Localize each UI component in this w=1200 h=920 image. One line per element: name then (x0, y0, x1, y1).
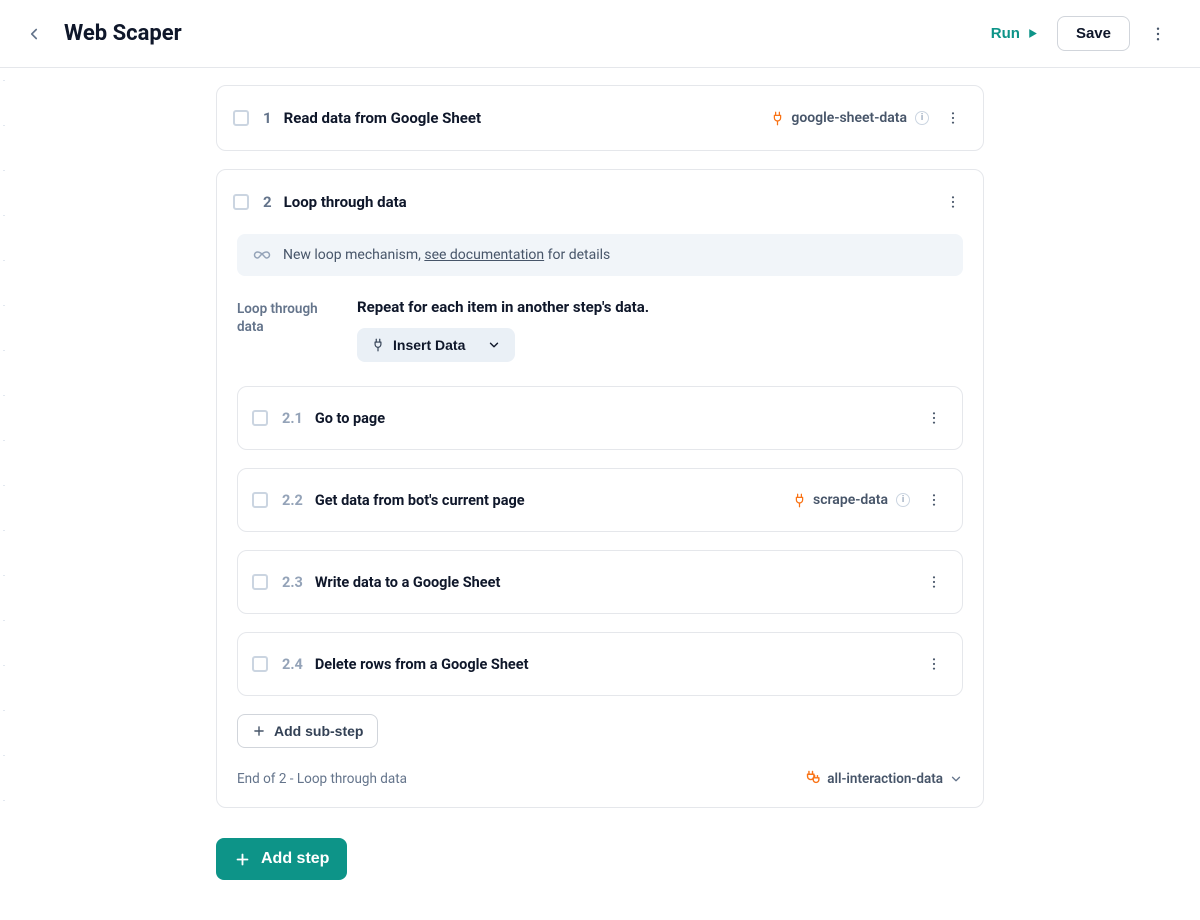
add-step-label: Add step (261, 850, 329, 868)
substep-2-4-title: Delete rows from a Google Sheet (315, 656, 529, 673)
page-title: Web Scaper (64, 21, 182, 46)
left-ruler-decoration (0, 80, 10, 840)
substep-2-2-number: 2.2 (282, 492, 303, 509)
step-2-more-button[interactable] (939, 188, 967, 216)
step-1-title: Read data from Google Sheet (284, 109, 481, 127)
chevron-left-icon (25, 25, 43, 43)
substep-2-2-output-label: scrape-data (813, 492, 888, 508)
step-1-number: 1 (263, 109, 272, 127)
plug-icon (792, 493, 807, 508)
chevron-down-icon (949, 772, 963, 786)
loop-banner-text: New loop mechanism, see documentation fo… (283, 247, 610, 263)
substep-2-1[interactable]: 2.1 Go to page (237, 386, 963, 450)
step-2-card: 2 Loop through data New loop mechanism, … (216, 169, 984, 808)
insert-data-button[interactable]: Insert Data (357, 328, 515, 362)
substep-2-2-output-chip[interactable]: scrape-data i (792, 492, 910, 508)
loop-banner: New loop mechanism, see documentation fo… (237, 234, 963, 276)
add-substep-button[interactable]: Add sub-step (237, 714, 378, 748)
step-2-checkbox[interactable] (233, 194, 249, 210)
loop-output-chip[interactable]: all-interaction-data (804, 770, 963, 787)
add-substep-label: Add sub-step (274, 723, 363, 739)
header-more-button[interactable] (1144, 20, 1172, 48)
loop-config-label: Loop through data (237, 298, 329, 362)
substep-2-2[interactable]: 2.2 Get data from bot's current page scr… (237, 468, 963, 532)
step-2-title: Loop through data (284, 193, 407, 211)
substep-2-1-more-button[interactable] (920, 404, 948, 432)
substep-2-4-number: 2.4 (282, 656, 303, 673)
info-icon[interactable]: i (896, 493, 910, 507)
insert-data-label: Insert Data (393, 337, 465, 353)
loop-footer-text: End of 2 - Loop through data (237, 771, 407, 787)
add-step-button[interactable]: Add step (216, 838, 347, 880)
substep-2-2-more-button[interactable] (920, 486, 948, 514)
substep-2-1-title: Go to page (315, 410, 385, 427)
header-right: Run Save (987, 16, 1172, 51)
loop-config-desc: Repeat for each item in another step's d… (357, 298, 963, 316)
loop-banner-link[interactable]: see documentation (424, 247, 544, 263)
substep-2-1-checkbox[interactable] (252, 410, 268, 426)
step-1-more-button[interactable] (939, 104, 967, 132)
substep-2-2-title: Get data from bot's current page (315, 492, 525, 509)
substep-2-3-checkbox[interactable] (252, 574, 268, 590)
step-2-header[interactable]: 2 Loop through data (217, 170, 983, 234)
run-button[interactable]: Run (987, 19, 1043, 48)
plug-icon (770, 111, 785, 126)
substep-2-1-number: 2.1 (282, 410, 303, 427)
plug-group-icon (804, 770, 821, 787)
step-1-header: 1 Read data from Google Sheet google-she… (217, 86, 983, 150)
more-vertical-icon (945, 194, 961, 210)
substep-2-4-more-button[interactable] (920, 650, 948, 678)
substep-2-4-checkbox[interactable] (252, 656, 268, 672)
substep-2-3-more-button[interactable] (920, 568, 948, 596)
substep-2-3-number: 2.3 (282, 574, 303, 591)
more-vertical-icon (1149, 25, 1167, 43)
more-vertical-icon (926, 656, 942, 672)
plug-icon (371, 338, 385, 352)
save-button[interactable]: Save (1057, 16, 1130, 51)
loop-output-label: all-interaction-data (827, 771, 943, 787)
step-1-output-chip[interactable]: google-sheet-data i (770, 110, 929, 126)
loop-footer: End of 2 - Loop through data all-interac… (237, 770, 963, 787)
more-vertical-icon (926, 410, 942, 426)
substep-2-2-checkbox[interactable] (252, 492, 268, 508)
more-vertical-icon (945, 110, 961, 126)
step-1-card[interactable]: 1 Read data from Google Sheet google-she… (216, 85, 984, 151)
save-button-label: Save (1076, 25, 1111, 42)
workflow-canvas: 1 Read data from Google Sheet google-she… (216, 85, 984, 880)
plus-icon (252, 724, 266, 738)
substep-2-3[interactable]: 2.3 Write data to a Google Sheet (237, 550, 963, 614)
plus-icon (234, 851, 251, 868)
back-button[interactable] (22, 22, 46, 46)
header-left: Web Scaper (22, 21, 182, 46)
substep-2-3-title: Write data to a Google Sheet (315, 574, 501, 591)
more-vertical-icon (926, 492, 942, 508)
step-1-output-label: google-sheet-data (791, 110, 907, 126)
substep-list: 2.1 Go to page 2.2 Get data from bot's c… (237, 386, 963, 696)
play-icon (1026, 27, 1039, 40)
run-button-label: Run (991, 25, 1020, 42)
more-vertical-icon (926, 574, 942, 590)
step-2-body: New loop mechanism, see documentation fo… (217, 234, 983, 807)
step-1-checkbox[interactable] (233, 110, 249, 126)
info-icon[interactable]: i (915, 111, 929, 125)
page-header: Web Scaper Run Save (0, 0, 1200, 68)
infinity-icon (253, 246, 271, 264)
loop-config: Loop through data Repeat for each item i… (237, 298, 963, 362)
loop-config-main: Repeat for each item in another step's d… (357, 298, 963, 362)
chevron-down-icon (487, 338, 501, 352)
step-2-number: 2 (263, 193, 272, 211)
substep-2-4[interactable]: 2.4 Delete rows from a Google Sheet (237, 632, 963, 696)
